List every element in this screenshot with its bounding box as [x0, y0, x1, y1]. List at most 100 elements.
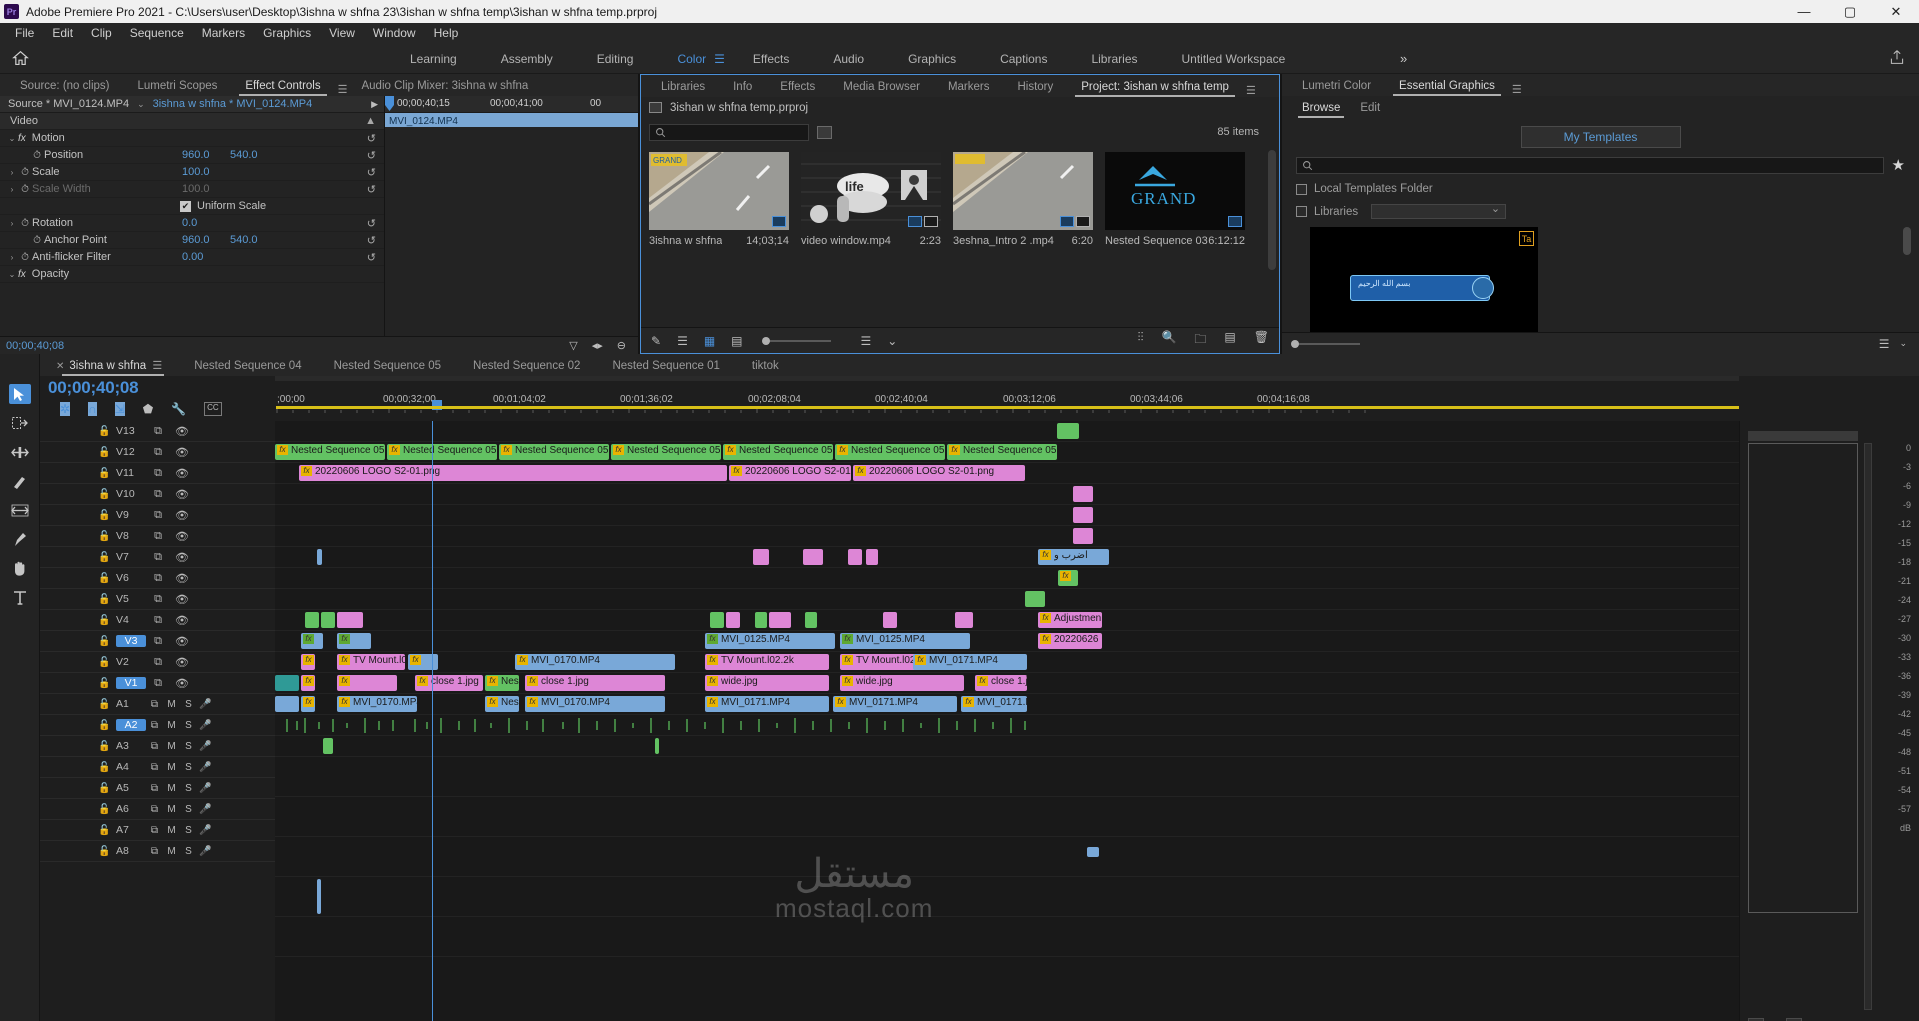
track-name[interactable]: A5: [116, 782, 146, 794]
stopwatch-icon[interactable]: ⏱: [30, 150, 44, 161]
effect-section-video[interactable]: Video ▲: [0, 113, 384, 130]
property-row-opacity[interactable]: ⌄ fx Opacity: [0, 266, 384, 283]
workspace-tab-audio[interactable]: Audio: [811, 44, 886, 74]
clip[interactable]: [710, 612, 724, 628]
star-icon[interactable]: ★: [1892, 156, 1905, 174]
mute-button[interactable]: M: [163, 783, 180, 794]
chevron-right-icon[interactable]: ▶: [371, 99, 378, 110]
clip[interactable]: fx: [1058, 570, 1078, 586]
audio-clip[interactable]: fx: [301, 696, 315, 712]
track-name[interactable]: V5: [116, 593, 146, 605]
checkbox-local-templates-folder[interactable]: Local Templates Folder: [1296, 183, 1919, 195]
clip[interactable]: [1025, 591, 1045, 607]
target-track-icon[interactable]: ⧉: [146, 741, 163, 752]
clip[interactable]: [755, 612, 767, 628]
target-track-icon[interactable]: ⧉: [146, 656, 170, 669]
track-header-a7[interactable]: 🔓 A7 ⧉ M S 🎤: [40, 820, 275, 841]
checkbox-libraries[interactable]: Libraries: [1296, 202, 1919, 219]
checkbox-icon[interactable]: [1296, 206, 1307, 217]
property-value-y[interactable]: 540.0: [230, 234, 258, 246]
audio-clip-nes[interactable]: fx Nes: [485, 696, 519, 712]
eye-icon[interactable]: 👁: [170, 656, 194, 669]
track-header-a5[interactable]: 🔓 A5 ⧉ M S 🎤: [40, 778, 275, 799]
workspace-overflow-icon[interactable]: »: [1400, 51, 1407, 66]
menu-graphics[interactable]: Graphics: [254, 23, 320, 44]
chevron-down-icon[interactable]: ⌄: [887, 334, 897, 348]
target-track-icon[interactable]: ⧉: [146, 551, 170, 564]
clip-nested-05[interactable]: fx Nested Sequence 05: [275, 444, 385, 460]
tab-source[interactable]: Source: (no clips): [6, 80, 123, 96]
track-name[interactable]: V3: [116, 635, 146, 647]
target-track-icon[interactable]: ⧉: [146, 530, 170, 543]
clip[interactable]: [803, 549, 823, 565]
mute-button[interactable]: M: [163, 804, 180, 815]
track-name[interactable]: V11: [116, 467, 146, 479]
pen-icon[interactable]: ✎: [651, 334, 661, 348]
track-row-v12[interactable]: fx Nested Sequence 05 fx Nested Sequence 0…: [275, 442, 1739, 463]
track-name[interactable]: A8: [116, 845, 146, 857]
new-bin-icon[interactable]: 🗀: [1194, 330, 1206, 351]
menu-markers[interactable]: Markers: [193, 23, 254, 44]
effect-controls-ruler[interactable]: 00;00;40;15 00;00;41;00 00: [385, 96, 638, 113]
icon-view-icon[interactable]: ▦: [704, 334, 715, 348]
project-name-row[interactable]: 3ishan w shfna temp.prproj: [641, 97, 1279, 118]
target-track-icon[interactable]: ⧉: [146, 488, 170, 501]
track-header-a1[interactable]: 🔓 A1 ⧉ M S 🎤: [40, 694, 275, 715]
reset-icon[interactable]: ↺: [367, 234, 376, 247]
track-header-v2[interactable]: 🔓 V2 ⧉ 👁: [40, 652, 275, 673]
audio-clip[interactable]: [655, 738, 659, 754]
expand-triangle-icon[interactable]: ›: [6, 185, 18, 194]
delete-icon[interactable]: 🗑: [1254, 330, 1269, 351]
track-row-a2[interactable]: [275, 715, 1739, 736]
voice-record-icon[interactable]: 🎤: [197, 825, 214, 836]
lock-icon[interactable]: 🔓: [98, 615, 116, 626]
track-name[interactable]: V10: [116, 488, 146, 500]
property-row-scale[interactable]: › ⏱ Scale 100.0 ↺: [0, 164, 384, 181]
playhead-icon[interactable]: [385, 96, 394, 112]
eye-icon[interactable]: 👁: [170, 572, 194, 585]
clip[interactable]: [1073, 507, 1093, 523]
workspace-tab-libraries[interactable]: Libraries: [1069, 44, 1159, 74]
clip[interactable]: [866, 549, 878, 565]
clip-logo[interactable]: fx 20220606 LOGO S2-01.p: [729, 465, 851, 481]
tab-markers[interactable]: Markers: [934, 81, 1004, 97]
track-row-a3[interactable]: [275, 736, 1739, 757]
property-value[interactable]: 0.0: [182, 217, 197, 229]
lock-icon[interactable]: 🔓: [98, 573, 116, 584]
filter-icon[interactable]: ▽: [569, 339, 577, 352]
track-row-v2[interactable]: fx fx TV Mount.l0 fx fx MVI_0170.MP4 fx TV …: [275, 652, 1739, 673]
solo-button[interactable]: S: [180, 846, 197, 857]
voice-record-icon[interactable]: 🎤: [197, 699, 214, 710]
sequence-tab-nested-04[interactable]: Nested Sequence 04: [178, 360, 317, 376]
clip[interactable]: [848, 549, 862, 565]
clip-logo[interactable]: fx 20220606 LOGO S2-01.png: [853, 465, 1025, 481]
track-header-a8[interactable]: 🔓 A8 ⧉ M S 🎤: [40, 841, 275, 862]
target-track-icon[interactable]: ⧉: [146, 804, 163, 815]
solo-button[interactable]: S: [180, 783, 197, 794]
tab-info[interactable]: Info: [719, 81, 766, 97]
clip[interactable]: [955, 612, 973, 628]
track-row-v11[interactable]: fx 20220606 LOGO S2-01.png fx 20220606 LOG…: [275, 463, 1739, 484]
clip-adjustment[interactable]: fx Adjustmen: [1038, 612, 1102, 628]
workspace-tab-assembly[interactable]: Assembly: [479, 44, 575, 74]
eye-icon[interactable]: 👁: [170, 467, 194, 480]
target-track-icon[interactable]: ⧉: [146, 509, 170, 522]
timeline-tracks[interactable]: fx Nested Sequence 05 fx Nested Sequence 0…: [275, 421, 1739, 1021]
property-row-scale-width[interactable]: › ⏱ Scale Width 100.0 ↺: [0, 181, 384, 198]
project-thumbnail[interactable]: GRAND: [1105, 152, 1245, 230]
target-track-icon[interactable]: ⧉: [146, 783, 163, 794]
workspace-menu-icon[interactable]: ☰: [714, 52, 725, 66]
track-row-v7[interactable]: fx اضرب و: [275, 547, 1739, 568]
lock-icon[interactable]: 🔓: [98, 468, 116, 479]
solo-button[interactable]: S: [180, 825, 197, 836]
mute-button[interactable]: M: [163, 741, 180, 752]
essential-graphics-menu-icon[interactable]: ☰: [1512, 83, 1522, 96]
lock-icon[interactable]: 🔓: [98, 447, 116, 458]
solo-button[interactable]: S: [180, 762, 197, 773]
track-name[interactable]: V13: [116, 425, 146, 437]
track-row-v5[interactable]: [275, 589, 1739, 610]
clip-close1[interactable]: fxclose 1.jpg: [415, 675, 483, 691]
close-icon[interactable]: ✕: [56, 361, 64, 372]
track-row-v9[interactable]: [275, 505, 1739, 526]
find-icon[interactable]: [817, 125, 832, 139]
